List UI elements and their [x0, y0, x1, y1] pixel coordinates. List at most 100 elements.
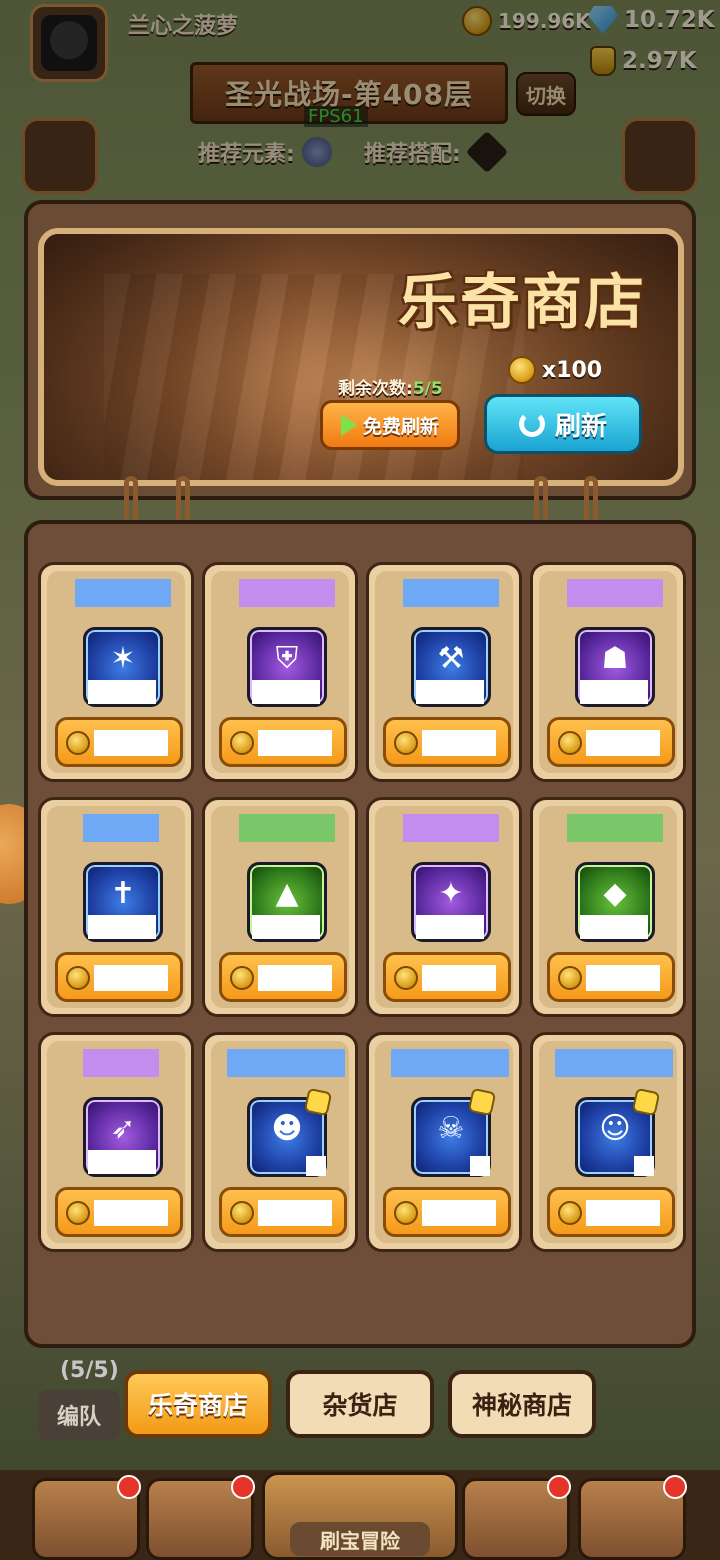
- gold-coin-icon: [508, 356, 536, 384]
- shop-item-card[interactable]: ☻: [202, 1032, 358, 1252]
- hooded-hero-icon[interactable]: ☻: [247, 1087, 333, 1177]
- team-button[interactable]: 编队: [38, 1390, 120, 1440]
- redacted-count: [88, 915, 156, 939]
- tent-icon[interactable]: ▲: [247, 862, 327, 942]
- shop-item-card[interactable]: ✦: [366, 797, 522, 1017]
- shop-item-card[interactable]: ✶: [38, 562, 194, 782]
- rarity-bar: [83, 1049, 159, 1077]
- redacted-price: [258, 1200, 332, 1226]
- shop-item-card[interactable]: ⛨: [202, 562, 358, 782]
- golden-armor-icon[interactable]: ⛨: [247, 627, 327, 707]
- shovel-icon[interactable]: ⚒: [411, 627, 491, 707]
- redacted-price: [94, 965, 168, 991]
- gold-coin-icon: [230, 1201, 254, 1225]
- buy-price-button[interactable]: [219, 952, 347, 1002]
- rarity-bar: [227, 1049, 345, 1077]
- buy-price-button[interactable]: [547, 717, 675, 767]
- redhead-hero-icon[interactable]: ☺: [575, 1087, 661, 1177]
- refresh-button[interactable]: 刷新: [484, 394, 642, 454]
- shop-item-card[interactable]: ☺: [530, 1032, 686, 1252]
- buy-price-button[interactable]: [55, 717, 183, 767]
- rarity-bar: [555, 1049, 673, 1077]
- rarity-bar: [391, 1049, 509, 1077]
- redacted-count: [88, 680, 156, 704]
- redacted-price: [422, 730, 496, 756]
- magic-staff-icon[interactable]: ✦: [411, 862, 491, 942]
- rarity-bar: [239, 814, 335, 842]
- redacted-price: [422, 965, 496, 991]
- buy-price-button[interactable]: [383, 717, 511, 767]
- tab-leqi-shop[interactable]: 乐奇商店: [124, 1370, 272, 1438]
- nav-forge-button[interactable]: [578, 1475, 687, 1560]
- swordfish-glyph: ➶: [110, 1110, 136, 1146]
- redacted-price: [586, 1200, 660, 1226]
- buy-price-button[interactable]: [55, 952, 183, 1002]
- redacted-price: [94, 1200, 168, 1226]
- buy-price-button[interactable]: [383, 1187, 511, 1237]
- redacted-price: [258, 730, 332, 756]
- refresh-cost-value: x100: [542, 357, 603, 383]
- rarity-bar: [83, 814, 159, 842]
- rarity-bar: [567, 814, 663, 842]
- buy-price-button[interactable]: [55, 1187, 183, 1237]
- buy-price-button[interactable]: [219, 717, 347, 767]
- shop-item-card[interactable]: ☠: [366, 1032, 522, 1252]
- camo-cloak-glyph: ☗: [601, 640, 629, 676]
- nav-bag-button[interactable]: [462, 1475, 571, 1560]
- crystal-shard-icon[interactable]: ◆: [575, 862, 655, 942]
- redacted-count: [416, 915, 484, 939]
- buy-price-button[interactable]: [383, 952, 511, 1002]
- shop-item-card[interactable]: ▲: [202, 797, 358, 1017]
- shovel-glyph: ⚒: [437, 640, 465, 676]
- shop-item-card[interactable]: ⚒: [366, 562, 522, 782]
- crossbow-icon[interactable]: ✝: [83, 862, 163, 942]
- gold-coin-icon: [558, 966, 582, 990]
- nav-heroes-button[interactable]: [146, 1475, 255, 1560]
- gold-coin-icon: [230, 731, 254, 755]
- notification-dot: [117, 1475, 141, 1499]
- notification-dot: [231, 1475, 255, 1499]
- buy-price-button[interactable]: [547, 952, 675, 1002]
- gold-coin-icon: [66, 731, 90, 755]
- nav-shop-button[interactable]: [32, 1475, 141, 1560]
- rarity-bar: [403, 579, 499, 607]
- gold-coin-icon: [558, 1201, 582, 1225]
- shop-item-card[interactable]: ◆: [530, 797, 686, 1017]
- gold-coin-icon: [230, 966, 254, 990]
- nav-center-label: 刷宝冒险: [290, 1522, 430, 1556]
- redacted-price: [586, 965, 660, 991]
- crossbow-glyph: ✝: [110, 875, 136, 911]
- remaining-label: 剩余次数:: [338, 379, 413, 399]
- refresh-cost: x100: [508, 356, 602, 384]
- shop-item-card[interactable]: ➶: [38, 1032, 194, 1252]
- free-refresh-button[interactable]: 免费刷新: [320, 400, 460, 450]
- redacted-price: [94, 730, 168, 756]
- buy-price-button[interactable]: [547, 1187, 675, 1237]
- rarity-bar: [239, 579, 335, 607]
- gold-coin-icon: [394, 966, 418, 990]
- pirate-hero-icon[interactable]: ☠: [411, 1087, 497, 1177]
- rarity-bar: [75, 579, 171, 607]
- puzzle-piece-icon: [631, 1087, 661, 1117]
- remaining-refreshes: 剩余次数:5/5: [338, 374, 443, 399]
- notification-dot: [547, 1475, 571, 1499]
- golden-armor-glyph: ⛨: [275, 640, 299, 676]
- shop-item-card[interactable]: ☗: [530, 562, 686, 782]
- tab-grocery[interactable]: 杂货店: [286, 1370, 434, 1438]
- gold-coin-icon: [66, 1201, 90, 1225]
- gold-coin-icon: [394, 1201, 418, 1225]
- starfish-flower-glyph: ✶: [110, 640, 136, 676]
- redacted-count: [88, 1150, 156, 1174]
- magic-staff-glyph: ✦: [438, 875, 464, 911]
- camo-cloak-icon[interactable]: ☗: [575, 627, 655, 707]
- starfish-flower-icon[interactable]: ✶: [83, 627, 163, 707]
- swordfish-icon[interactable]: ➶: [83, 1097, 163, 1177]
- shop-item-card[interactable]: ✝: [38, 797, 194, 1017]
- puzzle-piece-icon: [467, 1087, 497, 1117]
- tent-glyph: ▲: [275, 875, 299, 911]
- redacted-count: [580, 680, 648, 704]
- buy-price-button[interactable]: [219, 1187, 347, 1237]
- shop-title: 乐奇商店: [398, 268, 646, 338]
- tab-mystery-shop[interactable]: 神秘商店: [448, 1370, 596, 1438]
- refresh-label: 刷新: [554, 411, 607, 442]
